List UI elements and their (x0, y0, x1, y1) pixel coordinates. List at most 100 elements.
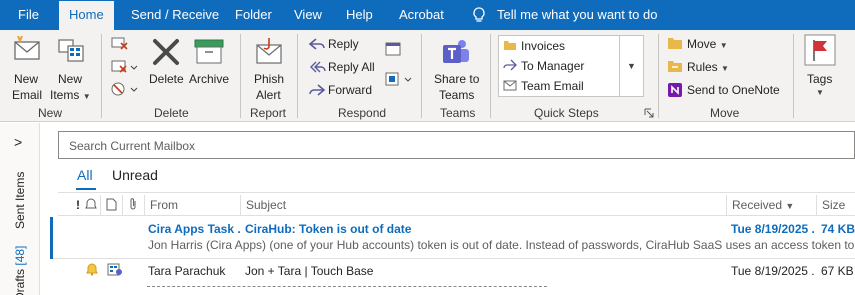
tab-home[interactable]: Home (59, 1, 114, 30)
tags-button[interactable]: Tags ▼ (802, 32, 838, 104)
meeting-request-icon (107, 263, 122, 276)
expand-folder-pane-button[interactable]: > (14, 134, 22, 150)
size-column[interactable]: Size (822, 198, 845, 212)
meeting-icon[interactable] (384, 40, 402, 58)
ribbon: New Email New Items ▼ New Delete Archive… (0, 30, 855, 122)
new-email-label-1: New (14, 72, 39, 86)
send-to-onenote-label: Send to OneNote (687, 83, 780, 97)
forward-label: Forward (328, 83, 373, 97)
item-type-icon[interactable] (106, 198, 117, 211)
rules-button[interactable]: Rules ▼ (667, 59, 747, 77)
active-filter-indicator (76, 188, 96, 190)
tab-help[interactable]: Help (346, 0, 373, 30)
rules-label: Rules ▼ (687, 60, 729, 74)
folder-icon (504, 41, 516, 50)
share-to-teams-label-1: Share to (434, 72, 480, 86)
tab-folder[interactable]: Folder (235, 0, 272, 30)
reminder-bell-icon (86, 263, 98, 276)
group-label-quick-steps: Quick Steps (534, 106, 599, 120)
group-label-delete: Delete (154, 106, 189, 120)
junk-icon[interactable] (110, 80, 138, 98)
received-column[interactable]: Received ▼ (732, 198, 794, 212)
phish-alert-button[interactable]: Phish Alert (248, 32, 290, 102)
group-separator (297, 34, 298, 118)
reply-all-label: Reply All (328, 60, 375, 74)
group-separator (793, 34, 794, 118)
reply-all-button[interactable]: Reply All (308, 59, 380, 77)
tab-view[interactable]: View (294, 0, 322, 30)
new-items-label-2: Items ▼ (50, 88, 91, 102)
new-email-icon (14, 35, 40, 60)
tab-file[interactable]: File (18, 0, 39, 30)
quick-steps-expand-button[interactable]: ▼ (620, 35, 644, 97)
archive-label: Archive (189, 72, 230, 86)
subject-column[interactable]: Subject (246, 198, 286, 212)
cleanup-icon[interactable] (110, 58, 138, 76)
archive-button[interactable]: Archive (187, 32, 233, 102)
from-column[interactable]: From (150, 198, 178, 212)
folder-drafts[interactable]: Drafts [48] (13, 246, 27, 295)
quick-step-team-email[interactable]: Team Email (521, 79, 584, 93)
more-respond-icon[interactable] (384, 70, 414, 88)
message-row[interactable]: Tara Parachuk Jon + Tara | Touch Base Tu… (50, 260, 855, 295)
rules-icon (668, 61, 682, 72)
sort-descending-icon: ▼ (785, 201, 795, 211)
new-email-button[interactable]: New Email (6, 32, 48, 102)
reply-label: Reply (328, 37, 359, 51)
delete-button[interactable]: Delete (146, 32, 186, 102)
drafts-count-badge: [48] (13, 245, 27, 266)
delete-x-icon (153, 39, 179, 65)
ribbon-tab-bar: File Home Send / Receive Folder View Hel… (0, 0, 855, 30)
new-items-button[interactable]: New Items ▼ (50, 32, 94, 102)
group-separator (421, 34, 422, 118)
reply-button[interactable]: Reply (308, 36, 378, 54)
ignore-icon[interactable] (110, 34, 130, 52)
reply-icon (308, 38, 325, 50)
quick-step-to-manager[interactable]: To Manager (521, 59, 584, 73)
delete-label: Delete (149, 72, 184, 86)
message-received: Tue 8/19/2025 ... (731, 264, 815, 278)
move-button[interactable]: Move ▼ (667, 36, 747, 54)
quick-step-invoices[interactable]: Invoices (521, 39, 565, 53)
group-label-new: New (38, 106, 63, 120)
share-to-teams-button[interactable]: Share to Teams (430, 32, 482, 104)
filter-unread[interactable]: Unread (112, 167, 158, 183)
quick-steps-gallery: Invoices To Manager Team Email (498, 35, 620, 97)
message-row[interactable]: Cira Apps Task ... CiraHub: Token is out… (50, 217, 855, 259)
email-icon (503, 80, 517, 91)
forward-icon (503, 59, 517, 71)
column-divider (144, 195, 145, 215)
chevron-down-icon: ▼ (719, 41, 728, 50)
message-size: 74 KB (821, 222, 855, 236)
onenote-icon (668, 83, 682, 97)
folder-sent-items[interactable]: Sent Items (13, 172, 27, 229)
share-to-teams-label-2: Teams (439, 88, 475, 102)
send-to-onenote-button[interactable]: Send to OneNote (667, 82, 780, 100)
flag-icon (804, 34, 836, 66)
teams-icon (443, 40, 469, 63)
unread-indicator (50, 217, 53, 259)
reply-all-icon (310, 61, 326, 73)
tab-acrobat[interactable]: Acrobat (399, 0, 444, 30)
tab-send-receive[interactable]: Send / Receive (131, 0, 219, 30)
message-subject: Jon + Tara | Touch Base (245, 264, 374, 278)
archive-icon (194, 39, 224, 64)
reminder-bell-icon[interactable] (85, 198, 97, 211)
group-separator (240, 34, 241, 118)
filter-all[interactable]: All (77, 167, 93, 183)
new-items-icon (58, 39, 84, 62)
folder-drafts-label: Drafts (13, 268, 27, 295)
tell-me-search[interactable]: Tell me what you want to do (497, 0, 657, 30)
move-label: Move ▼ (687, 37, 728, 51)
dialog-launcher-icon[interactable] (644, 108, 654, 118)
folder-pane-collapsed: > Sent Items Drafts [48] (0, 123, 40, 295)
attachment-icon[interactable] (128, 197, 138, 211)
chevron-down-icon: ▼ (816, 88, 824, 97)
forward-button[interactable]: Forward (308, 82, 380, 100)
chevron-down-icon: ▼ (82, 92, 91, 101)
chevron-down-icon: ▼ (721, 64, 729, 73)
group-separator (490, 34, 491, 118)
group-separator (658, 34, 659, 118)
search-input[interactable]: Search Current Mailbox (58, 131, 855, 159)
importance-column[interactable]: ! (76, 198, 80, 212)
